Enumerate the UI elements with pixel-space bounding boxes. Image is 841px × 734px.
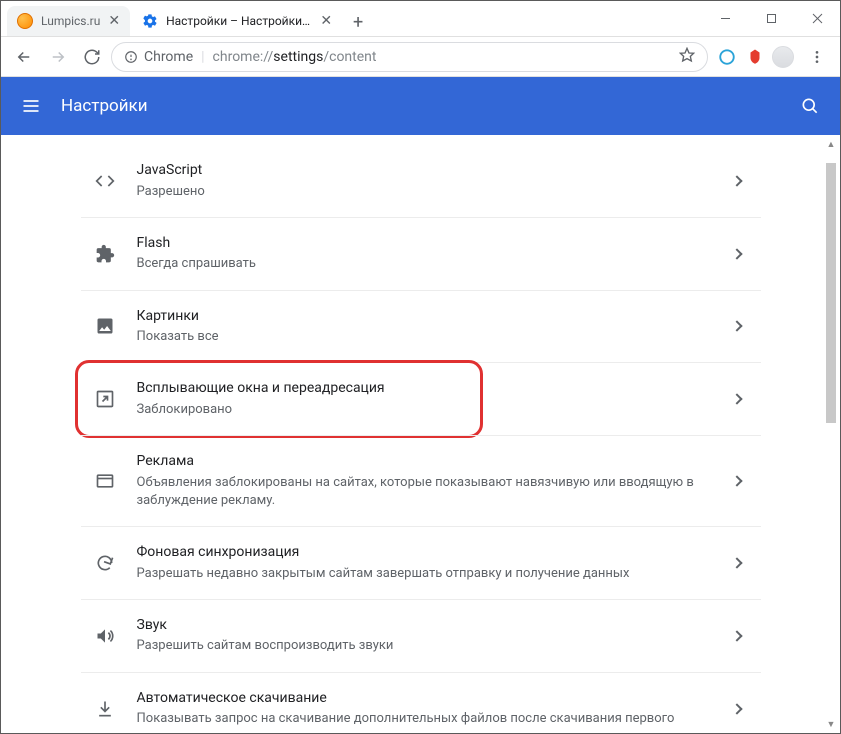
tab-title: Настройки – Настройки сайта [166,14,312,28]
back-button[interactable] [9,42,39,72]
vertical-scrollbar[interactable]: ▲ ▼ [824,137,838,731]
tab-close-icon[interactable]: ✕ [320,14,332,28]
address-bar[interactable]: Chrome | chrome://settings/content [111,42,708,72]
chevron-right-icon [731,557,742,568]
setting-subtitle: Всегда спрашивать [137,255,713,273]
setting-title: Картинки [137,307,713,327]
setting-subtitle: Объявления заблокированы на сайтах, кото… [137,474,713,510]
setting-subtitle: Разрешать недавно закрытым сайтам заверш… [137,565,713,583]
extension-icons [712,46,798,68]
site-info-label: Chrome [144,49,193,65]
setting-subtitle: Разрешено [137,183,713,201]
chevron-right-icon [731,321,742,332]
window-minimize-button[interactable] [702,1,748,36]
bookmark-star-icon[interactable] [679,47,695,67]
reload-button[interactable] [77,42,107,72]
setting-popups[interactable]: Всплывающие окна и переадресация Заблоки… [81,362,761,435]
download-icon [93,697,117,721]
setting-javascript[interactable]: JavaScript Разрешено [81,145,761,217]
setting-subtitle: Показать все [137,328,713,346]
setting-subtitle: Разрешить сайтам воспроизводить звуки [137,637,713,655]
setting-background-sync[interactable]: Фоновая синхронизация Разрешать недавно … [81,526,761,599]
chevron-right-icon [731,175,742,186]
new-tab-button[interactable]: + [344,8,372,36]
site-info-chip[interactable]: Chrome [124,49,193,65]
scrollbar-thumb[interactable] [826,163,836,423]
setting-title: Всплывающие окна и переадресация [137,379,713,399]
puzzle-icon [93,242,117,266]
setting-ads[interactable]: Реклама Объявления заблокированы на сайт… [81,435,761,526]
setting-flash[interactable]: Flash Всегда спрашивать [81,217,761,290]
image-icon [93,314,117,338]
setting-title: Flash [137,234,713,254]
chevron-right-icon [731,703,742,714]
window-close-button[interactable] [794,1,840,36]
chevron-right-icon [731,248,742,259]
popup-icon [93,387,117,411]
chevron-right-icon [731,394,742,405]
tab-title: Lumpics.ru [41,14,100,28]
tab-lumpics[interactable]: Lumpics.ru ✕ [7,6,130,36]
browser-menu-button[interactable] [802,42,832,72]
ads-icon [93,469,117,493]
window-titlebar: Lumpics.ru ✕ Настройки – Настройки сайта… [1,1,840,37]
tab-settings[interactable]: Настройки – Настройки сайта ✕ [132,6,342,36]
search-icon[interactable] [798,94,822,118]
settings-list: JavaScript Разрешено Flash Всегда спраши… [81,135,761,733]
sync-icon [93,551,117,575]
browser-toolbar: Chrome | chrome://settings/content [1,37,840,77]
url-text: chrome://settings/content [213,49,377,65]
tab-strip: Lumpics.ru ✕ Настройки – Настройки сайта… [1,1,702,36]
chevron-right-icon [731,475,742,486]
code-icon [93,169,117,193]
setting-subtitle: Заблокировано [137,401,713,419]
settings-title: Настройки [61,96,148,116]
setting-title: Реклама [137,452,713,472]
setting-auto-download[interactable]: Автоматическое скачивание Показывать зап… [81,672,761,733]
tab-favicon-settings [142,13,158,29]
setting-subtitle: Показывать запрос на скачивание дополнит… [137,710,713,728]
setting-title: JavaScript [137,161,713,181]
extension-icon-2[interactable] [744,46,766,68]
menu-hamburger-icon[interactable] [19,94,43,118]
profile-avatar-icon[interactable] [772,46,794,68]
setting-sound[interactable]: Звук Разрешить сайтам воспроизводить зву… [81,599,761,672]
omnibox-separator: | [201,49,204,65]
settings-content: JavaScript Разрешено Flash Всегда спраши… [1,135,840,733]
settings-header: Настройки [1,77,840,135]
window-maximize-button[interactable] [748,1,794,36]
setting-title: Фоновая синхронизация [137,543,713,563]
extension-icon-1[interactable] [716,46,738,68]
tab-favicon-lumpics [17,13,33,29]
setting-title: Автоматическое скачивание [137,689,713,709]
chevron-right-icon [731,630,742,641]
tab-close-icon[interactable]: ✕ [108,14,120,28]
window-controls [702,1,840,36]
forward-button[interactable] [43,42,73,72]
scroll-down-arrow-icon[interactable]: ▼ [824,717,838,731]
sound-icon [93,624,117,648]
setting-images[interactable]: Картинки Показать все [81,290,761,363]
setting-title: Звук [137,616,713,636]
